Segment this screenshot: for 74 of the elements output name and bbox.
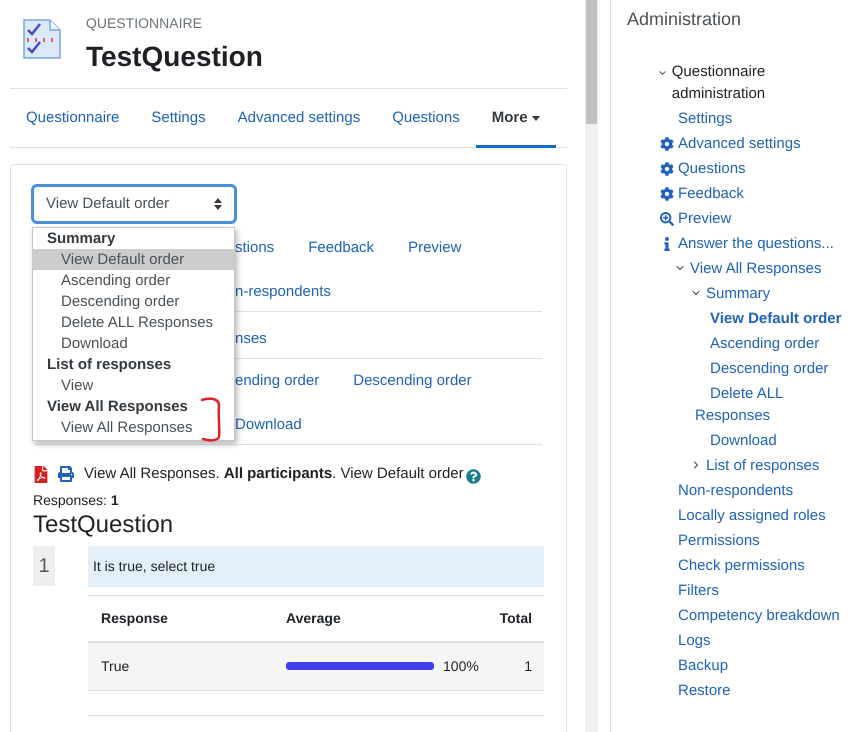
report-link[interactable]: n-respondents	[235, 280, 331, 304]
tree-item[interactable]: Advanced settings	[678, 132, 801, 154]
module-type-label: QUESTIONNAIRE	[86, 14, 203, 32]
responses-count: Responses: 1	[33, 490, 120, 510]
tree-item[interactable]: Filters	[678, 580, 719, 602]
menu-option[interactable]: Descending order	[33, 291, 234, 312]
tree-item[interactable]: Download	[695, 430, 843, 452]
menu-option[interactable]: Download	[33, 333, 234, 354]
gear-icon	[660, 186, 674, 200]
menu-option[interactable]: View	[33, 375, 234, 396]
nav-tab[interactable]: Advanced settings	[222, 89, 376, 148]
menu-option[interactable]: Delete ALL Responses	[33, 312, 234, 333]
page-title: TestQuestion	[86, 40, 263, 74]
question-text: It is true, select true	[88, 546, 544, 586]
nav-tab[interactable]: Settings	[135, 89, 222, 148]
print-icon[interactable]	[58, 466, 74, 482]
tree-item[interactable]: Settings	[678, 108, 732, 130]
scrollbar-thumb[interactable]	[586, 0, 597, 124]
tree-item[interactable]: Descending order	[695, 358, 843, 380]
tree-item[interactable]: Questionnaire administration	[672, 60, 843, 104]
report-link[interactable]: Preview	[408, 237, 462, 260]
report-link[interactable]: stions	[235, 237, 274, 260]
tree-item[interactable]: Competency breakdown	[678, 604, 840, 626]
table-cell: 1	[496, 642, 544, 690]
questionnaire-icon	[22, 18, 62, 60]
tree-item[interactable]: View All Responses	[690, 260, 822, 276]
question-number: 1	[33, 546, 55, 586]
tree-item[interactable]: Preview	[678, 208, 732, 230]
tree-item[interactable]: Ascending order	[695, 332, 843, 354]
tree-item[interactable]: Questions	[678, 158, 746, 180]
bracket-mark-drawing	[200, 397, 222, 443]
tree-item[interactable]: Delete ALL Responses	[695, 382, 843, 426]
sort-arrows-icon	[214, 198, 222, 210]
zoom-in-icon	[660, 212, 674, 226]
help-icon[interactable]	[466, 468, 481, 484]
gear-icon	[660, 136, 674, 150]
nav-tab[interactable]: Questionnaire	[10, 89, 136, 148]
caret-down-icon	[532, 116, 540, 121]
tree-item[interactable]: Locally assigned roles	[678, 504, 826, 526]
report-link[interactable]: nses	[235, 328, 267, 350]
report-link[interactable]: Download	[235, 414, 302, 436]
menu-group-label: View All Responses	[46, 397, 189, 417]
tree-item[interactable]: Summary	[706, 284, 770, 302]
report-title: TestQuestion	[33, 510, 174, 540]
column-header: Average	[273, 595, 496, 642]
tree-item[interactable]: Restore	[678, 680, 731, 702]
menu-option[interactable]: Ascending order	[33, 270, 234, 291]
table-cell: True	[88, 642, 273, 690]
view-select[interactable]: View Default order	[31, 184, 237, 224]
menu-option[interactable]: View All Responses	[33, 417, 234, 438]
nav-tab[interactable]: More	[476, 89, 556, 148]
column-header: Response	[88, 595, 273, 642]
report-summary: View All Responses. All participants. View Default order	[84, 464, 464, 484]
tree-item[interactable]: Permissions	[678, 530, 760, 552]
menu-group-label: List of responses	[46, 355, 172, 375]
gear-icon	[660, 162, 674, 176]
tree-item[interactable]: Answer the questions...	[678, 232, 834, 254]
tree-item[interactable]: Non-respondents	[678, 480, 794, 502]
menu-group-label: Summary	[46, 229, 116, 249]
tree-item[interactable]: Logs	[678, 630, 711, 652]
percent-label: 100%	[443, 656, 479, 676]
tree-item[interactable]: Check permissions	[678, 554, 805, 576]
tree-item[interactable]: Backup	[678, 654, 728, 676]
report-link[interactable]: ending order	[235, 370, 320, 393]
column-header: Total	[496, 595, 544, 642]
menu-option[interactable]: View Default order	[33, 249, 234, 270]
pdf-icon[interactable]	[33, 466, 49, 483]
tree-item[interactable]: List of responses	[706, 456, 820, 474]
nav-tab[interactable]: Questions	[376, 89, 476, 148]
tree-item[interactable]: Feedback	[678, 182, 744, 204]
report-link[interactable]: Feedback	[308, 237, 374, 260]
tree-item[interactable]: View Default order	[695, 308, 843, 330]
report-link[interactable]: Descending order	[353, 370, 472, 393]
panel-title: Administration	[627, 8, 742, 31]
